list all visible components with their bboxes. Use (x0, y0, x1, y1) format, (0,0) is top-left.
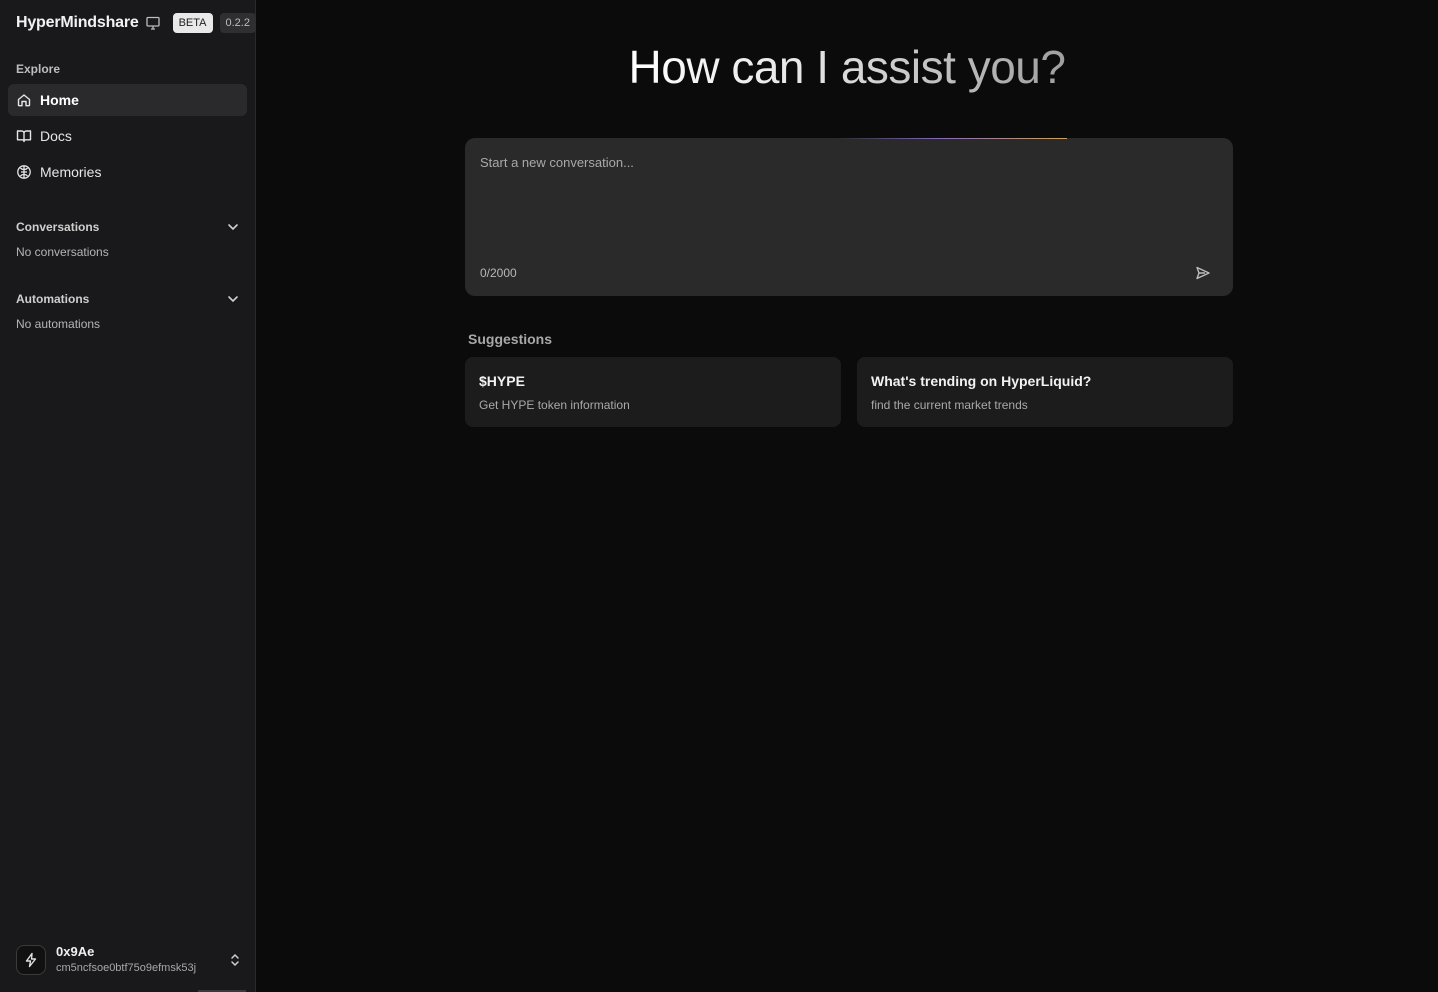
conversations-empty-text: No conversations (16, 245, 109, 259)
brand-name[interactable]: HyperMindshare (16, 14, 139, 32)
suggestion-card-hype[interactable]: $HYPE Get HYPE token information (465, 357, 841, 427)
account-name: 0x9Ae (56, 944, 95, 959)
sidebar-item-label: Memories (40, 164, 102, 180)
account-id: cm5ncfsoe0btf75o9efmsk53j (56, 962, 197, 974)
sidebar-item-label: Home (40, 92, 79, 108)
chevron-down-icon[interactable] (226, 292, 240, 306)
sidebar-item-docs[interactable]: Docs (8, 120, 247, 152)
chevrons-up-down-icon[interactable] (228, 952, 242, 968)
home-icon (16, 92, 32, 108)
brand-header: HyperMindshare BETA 0.2.2 (16, 12, 256, 34)
composer-glow (835, 138, 1067, 139)
main-content: How can I assist you? 0/2000 Suggestions… (256, 0, 1438, 992)
automations-header[interactable]: Automations (16, 292, 240, 306)
explore-label: Explore (16, 62, 61, 76)
suggestion-title: $HYPE (479, 373, 525, 389)
brain-icon (16, 164, 32, 180)
page-title: How can I assist you? (628, 41, 1066, 93)
monitor-icon (145, 15, 161, 31)
send-icon[interactable] (1195, 265, 1211, 281)
conversations-header[interactable]: Conversations (16, 220, 240, 234)
suggestion-subtitle: find the current market trends (871, 398, 1028, 412)
beta-badge: BETA (172, 13, 213, 33)
automations-title: Automations (16, 292, 90, 306)
automations-empty-text: No automations (16, 317, 101, 331)
chevron-down-icon[interactable] (226, 220, 240, 234)
account-text: 0x9Ae cm5ncfsoe0btf75o9efmsk53j (56, 944, 228, 976)
conversation-input[interactable] (480, 152, 1180, 172)
lightning-icon (25, 952, 37, 968)
avatar (16, 945, 46, 975)
sidebar-nav: Home Docs Memories (8, 84, 247, 192)
book-icon (16, 128, 32, 144)
character-counter: 0/2000 (480, 266, 517, 280)
app-root: HyperMindshare BETA 0.2.2 Explore Home D… (0, 0, 1438, 992)
sidebar: HyperMindshare BETA 0.2.2 Explore Home D… (0, 0, 256, 992)
suggestion-card-trending[interactable]: What's trending on HyperLiquid? find the… (857, 357, 1233, 427)
suggestion-subtitle: Get HYPE token information (479, 398, 630, 412)
conversations-title: Conversations (16, 220, 100, 234)
composer: 0/2000 (465, 138, 1233, 296)
account-switcher[interactable]: 0x9Ae cm5ncfsoe0btf75o9efmsk53j (16, 942, 242, 978)
sidebar-item-memories[interactable]: Memories (8, 156, 247, 188)
version-badge: 0.2.2 (219, 13, 256, 33)
sidebar-item-home[interactable]: Home (8, 84, 247, 116)
suggestions-label: Suggestions (468, 331, 553, 347)
sidebar-item-label: Docs (40, 128, 72, 144)
suggestion-title: What's trending on HyperLiquid? (871, 373, 1092, 389)
